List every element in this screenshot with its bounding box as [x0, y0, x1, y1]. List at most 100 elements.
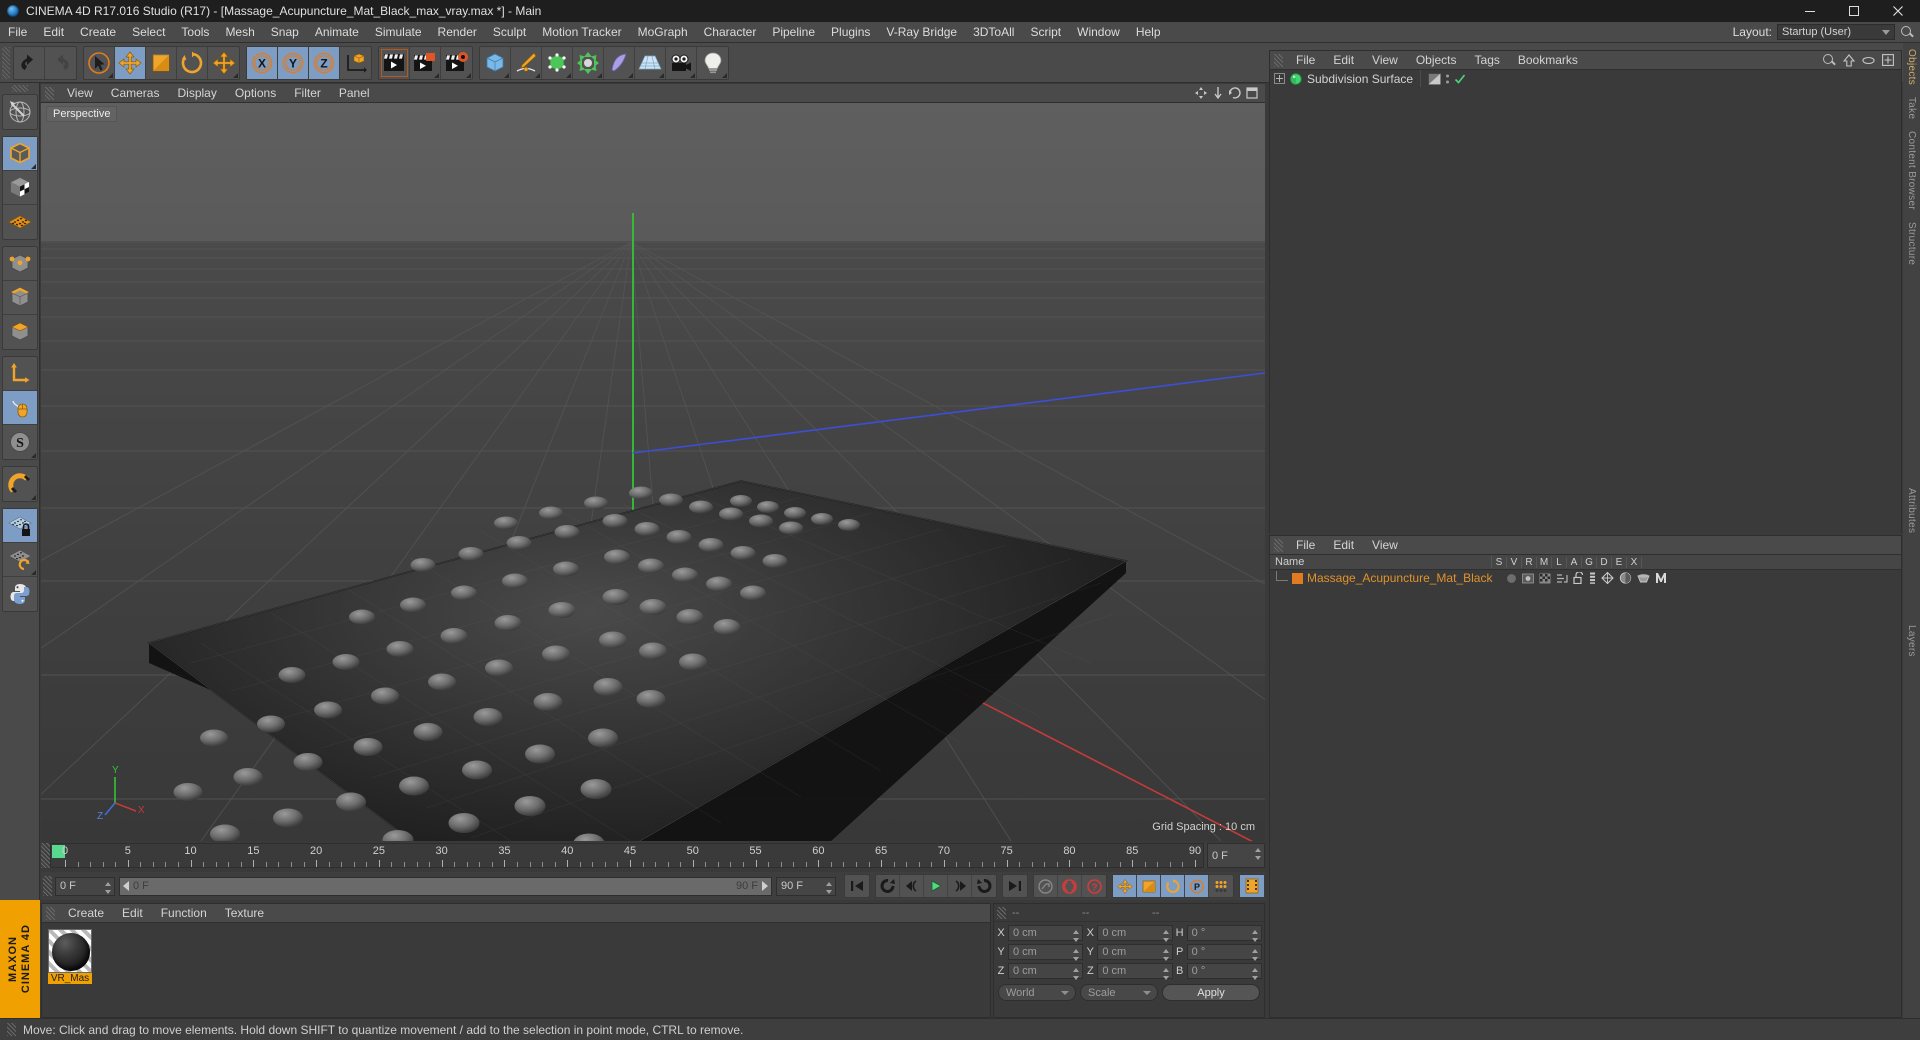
timeline-button[interactable]: [1240, 875, 1264, 897]
undo-button[interactable]: [14, 46, 45, 79]
texture-mode-button[interactable]: [2, 171, 37, 205]
column-header-x[interactable]: X: [1627, 556, 1642, 568]
column-header-e[interactable]: E: [1612, 556, 1627, 568]
play-forwards-button[interactable]: [924, 875, 948, 897]
minimize-button[interactable]: [1788, 0, 1832, 22]
table-row[interactable]: Massage_Acupuncture_Mat_Black: [1270, 570, 1901, 586]
object-axis-button[interactable]: [2, 357, 37, 391]
timeline-frame-field[interactable]: 0 F: [1207, 843, 1265, 868]
left-toolbar-grip[interactable]: [11, 85, 28, 92]
move-extra-button[interactable]: [208, 47, 239, 79]
material-item[interactable]: VR_Mas: [48, 929, 92, 984]
scale-tool-button[interactable]: [146, 46, 177, 79]
structure-rows[interactable]: Massage_Acupuncture_Mat_Black: [1270, 570, 1901, 586]
object-menu-tags[interactable]: Tags: [1466, 51, 1509, 70]
search-icon[interactable]: [1822, 53, 1836, 67]
structure-manager-grip[interactable]: [1274, 538, 1283, 552]
material-list[interactable]: VR_Mas: [42, 923, 990, 990]
close-button[interactable]: [1876, 0, 1920, 22]
structure-menu-edit[interactable]: Edit: [1324, 536, 1363, 555]
tab-take[interactable]: Take: [1906, 91, 1917, 125]
viewport-grip[interactable]: [45, 86, 54, 100]
deformer-button[interactable]: [573, 46, 604, 79]
spinner-icon[interactable]: [1251, 929, 1258, 942]
render-settings-button[interactable]: [441, 47, 472, 79]
lock-workplane-button[interactable]: [2, 509, 37, 543]
menu-create[interactable]: Create: [72, 22, 124, 43]
rot-b-input[interactable]: 0 °: [1186, 962, 1262, 980]
menu-motion-tracker[interactable]: Motion Tracker: [534, 22, 629, 43]
material-menu-function[interactable]: Function: [152, 904, 216, 923]
floor-environment-button[interactable]: [635, 46, 666, 79]
lock-z-axis-button[interactable]: Z: [309, 46, 340, 79]
column-header-l[interactable]: L: [1552, 556, 1567, 568]
spline-pen-button[interactable]: [511, 46, 542, 79]
spinner-icon[interactable]: [1162, 967, 1169, 980]
coordinate-manager-grip[interactable]: [997, 906, 1006, 919]
range-end-arrow-icon[interactable]: [762, 881, 768, 891]
transform-mode-dropdown[interactable]: Scale: [1080, 984, 1158, 1001]
search-icon[interactable]: [1900, 25, 1914, 39]
timeline-grip[interactable]: [41, 843, 50, 868]
spinner-icon[interactable]: [1073, 948, 1080, 961]
render-region-button[interactable]: [410, 46, 441, 79]
rot-h-input[interactable]: 0 °: [1186, 924, 1262, 942]
menu-3dtoall[interactable]: 3DToAll: [965, 22, 1022, 43]
viewport-menu-cameras[interactable]: Cameras: [102, 84, 169, 103]
spinner-icon[interactable]: [826, 881, 832, 894]
edges-mode-button[interactable]: [2, 281, 37, 315]
column-header-d[interactable]: D: [1597, 556, 1612, 568]
end-frame-field[interactable]: 90 F: [776, 876, 836, 896]
viewport-menu-filter[interactable]: Filter: [285, 84, 330, 103]
tab-content-browser[interactable]: Content Browser: [1906, 125, 1917, 216]
menu-help[interactable]: Help: [1128, 22, 1169, 43]
column-header-s[interactable]: S: [1492, 556, 1507, 568]
previous-frame-button[interactable]: [900, 875, 924, 897]
live-selection-button[interactable]: [84, 46, 115, 79]
object-menu-bookmarks[interactable]: Bookmarks: [1509, 51, 1587, 70]
material-menu-edit[interactable]: Edit: [113, 904, 152, 923]
soft-selection-button[interactable]: S: [3, 425, 37, 459]
column-header-g[interactable]: G: [1582, 556, 1597, 568]
spinner-icon[interactable]: [1073, 929, 1080, 942]
column-header-a[interactable]: A: [1567, 556, 1582, 568]
record-active-objects-button[interactable]: [1034, 875, 1058, 897]
key-pla-button[interactable]: [1209, 875, 1233, 897]
key-rotation-button[interactable]: [1161, 875, 1185, 897]
menu-sculpt[interactable]: Sculpt: [485, 22, 534, 43]
key-parameter-button[interactable]: P: [1185, 875, 1209, 897]
object-row-subdivision-surface[interactable]: Subdivision Surface: [1270, 70, 1901, 87]
layer-dots-icon[interactable]: [1589, 572, 1596, 584]
sphere-tag-icon[interactable]: [1506, 573, 1517, 584]
undo-view-button[interactable]: [3, 95, 37, 129]
play-loop-button[interactable]: [972, 875, 996, 897]
powerslider-grip[interactable]: [43, 876, 52, 896]
menu-simulate[interactable]: Simulate: [367, 22, 430, 43]
phong-tag-icon[interactable]: [1556, 573, 1569, 584]
maximize-button[interactable]: [1832, 0, 1876, 22]
frame-range-slider[interactable]: 0 F 90 F: [119, 876, 772, 896]
size-y-input[interactable]: 0 cm: [1097, 943, 1173, 961]
tab-structure[interactable]: Structure: [1906, 216, 1917, 271]
menu-script[interactable]: Script: [1022, 22, 1069, 43]
object-menu-edit[interactable]: Edit: [1324, 51, 1363, 70]
spinner-icon[interactable]: [1073, 967, 1080, 980]
menu-mesh[interactable]: Mesh: [217, 22, 262, 43]
pos-y-input[interactable]: 0 cm: [1008, 943, 1084, 961]
timeline-ruler[interactable]: 0 5 10 15 20 25 30 35 40 45 50 55 60 65 70 75 80 85 90: [50, 843, 1204, 868]
scene-object-button[interactable]: [604, 46, 635, 79]
lock-open-icon[interactable]: [1573, 572, 1584, 584]
light-button[interactable]: [697, 47, 728, 79]
vray-tag-icon[interactable]: [1655, 572, 1667, 584]
visibility-toggle-icon[interactable]: [1444, 73, 1451, 85]
tab-layers[interactable]: Layers: [1906, 619, 1917, 663]
lock-x-axis-button[interactable]: X: [247, 46, 278, 79]
uvw-tag-icon[interactable]: [1637, 572, 1651, 584]
ellipse-icon[interactable]: [1862, 56, 1875, 65]
snap-button[interactable]: [3, 467, 37, 501]
menu-select[interactable]: Select: [124, 22, 173, 43]
object-menu-view[interactable]: View: [1363, 51, 1407, 70]
current-frame-field[interactable]: 0 F: [55, 876, 115, 896]
primitive-cube-button[interactable]: [480, 46, 511, 79]
menu-vray-bridge[interactable]: V-Ray Bridge: [878, 22, 965, 43]
